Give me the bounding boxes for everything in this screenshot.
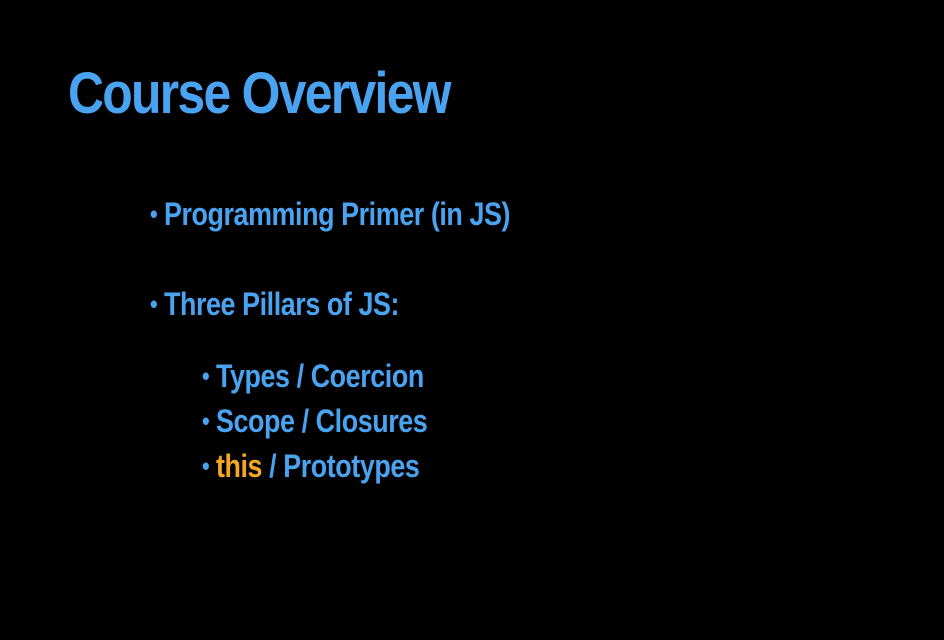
bullet-programming-primer: • Programming Primer (in JS) xyxy=(150,195,510,233)
bullet-dot-icon: • xyxy=(150,199,158,229)
bullet-dot-icon: • xyxy=(202,451,210,481)
slide: Course Overview • Programming Primer (in … xyxy=(0,0,944,640)
bullet-text: Programming Primer (in JS) xyxy=(163,196,511,232)
sub-bullet-types-coercion: • Types / Coercion xyxy=(202,357,424,395)
bullet-text: / Prototypes xyxy=(262,448,420,484)
bullet-highlight-keyword: this xyxy=(215,448,263,484)
bullet-text: Scope / Closures xyxy=(215,403,428,439)
bullet-text: Types / Coercion xyxy=(215,358,424,394)
bullet-three-pillars: • Three Pillars of JS: xyxy=(150,285,399,323)
bullet-text: Three Pillars of JS: xyxy=(163,286,400,322)
bullet-dot-icon: • xyxy=(150,289,158,319)
bullet-dot-icon: • xyxy=(202,361,210,391)
sub-bullet-this-prototypes: • this / Prototypes xyxy=(202,447,420,485)
slide-title: Course Overview xyxy=(68,61,451,126)
bullet-dot-icon: • xyxy=(202,406,210,436)
sub-bullet-scope-closures: • Scope / Closures xyxy=(202,402,428,440)
